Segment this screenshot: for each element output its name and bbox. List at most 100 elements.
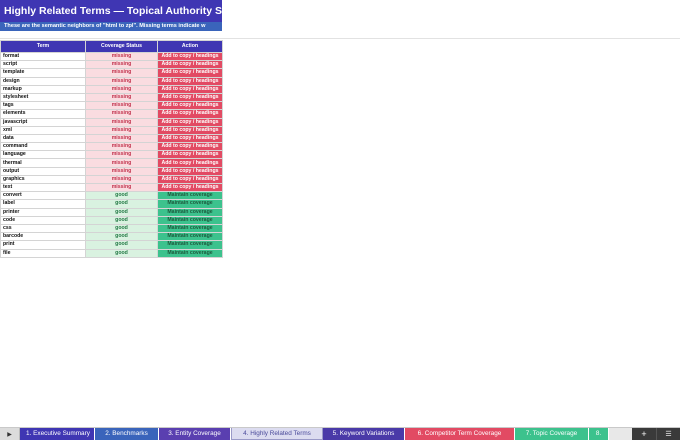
- coverage-status-cell[interactable]: good: [85, 223, 158, 234]
- action-cell[interactable]: Maintain coverage: [157, 232, 223, 242]
- action-cell[interactable]: Maintain coverage: [157, 207, 223, 217]
- term-cell[interactable]: output: [0, 166, 86, 176]
- hamburger-icon[interactable]: ☰: [656, 428, 680, 440]
- action-cell[interactable]: Add to copy / headings: [157, 133, 223, 144]
- action-cell[interactable]: Maintain coverage: [157, 248, 223, 258]
- term-cell[interactable]: graphics: [0, 174, 86, 185]
- term-cell[interactable]: elements: [0, 109, 86, 119]
- action-cell[interactable]: Add to copy / headings: [157, 125, 223, 135]
- term-cell[interactable]: print: [0, 240, 86, 250]
- term-cell[interactable]: convert: [0, 191, 86, 201]
- table-row: printer good Maintain coverage: [0, 207, 223, 217]
- coverage-status-cell[interactable]: missing: [85, 158, 158, 168]
- sheet-title: Highly Related Terms — Topical Authority…: [0, 0, 222, 22]
- term-cell[interactable]: command: [0, 142, 86, 152]
- term-cell[interactable]: css: [0, 223, 86, 234]
- sheet-tab[interactable]: 8.: [589, 428, 609, 440]
- sheet-tab[interactable]: 3. Entity Coverage: [159, 428, 231, 440]
- coverage-status-cell[interactable]: missing: [85, 174, 158, 185]
- coverage-status-cell[interactable]: missing: [85, 142, 158, 152]
- term-cell[interactable]: text: [0, 182, 86, 193]
- sheet-tab[interactable]: 2. Benchmarks: [95, 428, 159, 440]
- term-cell[interactable]: label: [0, 199, 86, 209]
- sheet-tab[interactable]: 6. Competitor Term Coverage: [405, 428, 515, 440]
- table-row: print good Maintain coverage: [0, 240, 223, 250]
- coverage-status-cell[interactable]: good: [85, 240, 158, 250]
- action-cell[interactable]: Maintain coverage: [157, 215, 223, 225]
- coverage-status-cell[interactable]: missing: [85, 133, 158, 144]
- coverage-status-cell[interactable]: missing: [85, 125, 158, 135]
- header-term[interactable]: Term: [0, 40, 86, 53]
- action-cell[interactable]: Add to copy / headings: [157, 84, 223, 94]
- sheet-tab[interactable]: 5. Keyword Variations: [323, 428, 405, 440]
- coverage-status-cell[interactable]: good: [85, 232, 158, 242]
- add-sheet-button[interactable]: +: [632, 428, 656, 440]
- coverage-status-cell[interactable]: missing: [85, 150, 158, 160]
- table-row: elements missing Add to copy / headings: [0, 109, 223, 119]
- term-cell[interactable]: template: [0, 68, 86, 78]
- sheet-tab[interactable]: 4. Highly Related Terms: [231, 428, 323, 440]
- action-cell[interactable]: Maintain coverage: [157, 240, 223, 250]
- term-cell[interactable]: xml: [0, 125, 86, 135]
- action-cell[interactable]: Add to copy / headings: [157, 92, 223, 103]
- grid-divider: [0, 38, 680, 39]
- table-row: css good Maintain coverage: [0, 223, 223, 234]
- table-header-row: Term Coverage Status Action: [0, 40, 223, 53]
- coverage-status-cell[interactable]: missing: [85, 68, 158, 78]
- term-cell[interactable]: data: [0, 133, 86, 144]
- coverage-status-cell[interactable]: missing: [85, 182, 158, 193]
- coverage-status-cell[interactable]: good: [85, 199, 158, 209]
- term-cell[interactable]: tags: [0, 101, 86, 111]
- coverage-status-cell[interactable]: good: [85, 215, 158, 225]
- action-cell[interactable]: Add to copy / headings: [157, 174, 223, 185]
- action-cell[interactable]: Add to copy / headings: [157, 109, 223, 119]
- term-cell[interactable]: printer: [0, 207, 86, 217]
- table-row: template missing Add to copy / headings: [0, 68, 223, 78]
- action-cell[interactable]: Add to copy / headings: [157, 142, 223, 152]
- term-cell[interactable]: format: [0, 51, 86, 62]
- action-cell[interactable]: Add to copy / headings: [157, 182, 223, 193]
- sheet-tab[interactable]: 1. Executive Summary: [20, 428, 95, 440]
- play-icon[interactable]: ▶: [0, 428, 20, 440]
- coverage-status-cell[interactable]: missing: [85, 76, 158, 86]
- action-cell[interactable]: Add to copy / headings: [157, 150, 223, 160]
- term-cell[interactable]: code: [0, 215, 86, 225]
- action-cell[interactable]: Maintain coverage: [157, 223, 223, 234]
- action-cell[interactable]: Add to copy / headings: [157, 76, 223, 86]
- action-cell[interactable]: Add to copy / headings: [157, 101, 223, 111]
- table-row: thermal missing Add to copy / headings: [0, 158, 223, 168]
- table-row: graphics missing Add to copy / headings: [0, 174, 223, 185]
- term-cell[interactable]: javascript: [0, 117, 86, 127]
- term-cell[interactable]: barcode: [0, 232, 86, 242]
- coverage-status-cell[interactable]: good: [85, 191, 158, 201]
- table-row: text missing Add to copy / headings: [0, 182, 223, 193]
- coverage-status-cell[interactable]: missing: [85, 84, 158, 94]
- action-cell[interactable]: Maintain coverage: [157, 191, 223, 201]
- coverage-status-cell[interactable]: missing: [85, 60, 158, 70]
- action-cell[interactable]: Add to copy / headings: [157, 166, 223, 176]
- term-cell[interactable]: stylesheet: [0, 92, 86, 103]
- coverage-status-cell[interactable]: good: [85, 207, 158, 217]
- term-cell[interactable]: script: [0, 60, 86, 70]
- action-cell[interactable]: Maintain coverage: [157, 199, 223, 209]
- action-cell[interactable]: Add to copy / headings: [157, 68, 223, 78]
- term-cell[interactable]: markup: [0, 84, 86, 94]
- sheet-tab[interactable]: 7. Topic Coverage: [515, 428, 589, 440]
- term-cell[interactable]: design: [0, 76, 86, 86]
- coverage-status-cell[interactable]: missing: [85, 109, 158, 119]
- coverage-status-cell[interactable]: missing: [85, 92, 158, 103]
- header-action[interactable]: Action: [157, 40, 223, 53]
- action-cell[interactable]: Add to copy / headings: [157, 158, 223, 168]
- action-cell[interactable]: Add to copy / headings: [157, 51, 223, 62]
- term-cell[interactable]: language: [0, 150, 86, 160]
- term-cell[interactable]: thermal: [0, 158, 86, 168]
- coverage-status-cell[interactable]: missing: [85, 101, 158, 111]
- coverage-status-cell[interactable]: missing: [85, 166, 158, 176]
- coverage-status-cell[interactable]: missing: [85, 51, 158, 62]
- coverage-status-cell[interactable]: good: [85, 248, 158, 258]
- action-cell[interactable]: Add to copy / headings: [157, 117, 223, 127]
- action-cell[interactable]: Add to copy / headings: [157, 60, 223, 70]
- coverage-status-cell[interactable]: missing: [85, 117, 158, 127]
- header-coverage-status[interactable]: Coverage Status: [85, 40, 158, 53]
- term-cell[interactable]: file: [0, 248, 86, 258]
